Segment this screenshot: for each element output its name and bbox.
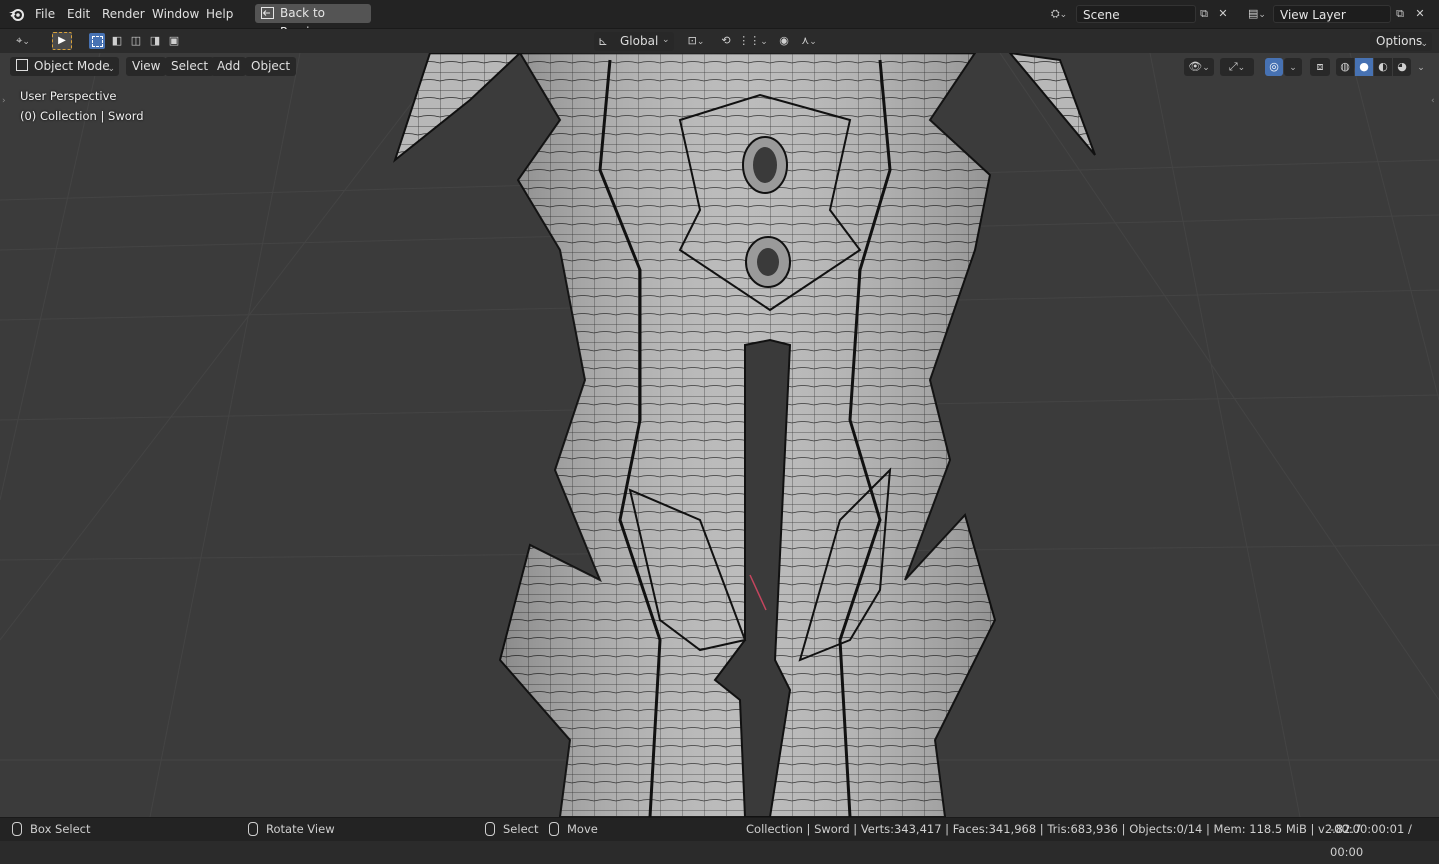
solid-shading-icon[interactable]: ● [1355,58,1373,76]
status-bar: Box Select Rotate View Select Move Colle… [0,817,1439,859]
transform-orientation-dropdown[interactable]: ⊾ Global ⌄ [594,32,674,51]
back-to-previous-button[interactable]: Back to Previous [255,4,371,39]
view-layer-selector-icon[interactable]: ▤⌄ [1242,5,1272,23]
status-rotate-view: Rotate View [248,818,335,841]
delete-view-layer-icon[interactable]: ✕ [1410,5,1430,23]
overlays-dropdown-icon[interactable]: ⌄ [1284,58,1302,76]
menu-window[interactable]: Window [146,5,205,23]
new-scene-icon[interactable]: ⧉ [1194,5,1214,23]
rotate-view-label: Rotate View [266,822,335,836]
chevron-down-icon: ⌄ [1420,39,1428,49]
object-mode-label: Object Mode [34,59,110,73]
mouse-middle-icon [248,821,258,836]
orientation-label: Global [620,34,659,48]
mouse-left-icon [12,821,22,836]
scene-name-field[interactable]: Scene [1076,5,1196,23]
menu-help[interactable]: Help [200,5,239,23]
3d-viewport[interactable]: Object Mode ⌄ View Select Add Object 👁⌄ … [0,53,1439,817]
object-mode-icon [16,59,28,71]
add-menu[interactable]: Add [211,57,247,76]
object-mode-dropdown[interactable]: Object Mode ⌄ [10,57,119,76]
select-mode-subtract-icon[interactable]: ◫ [127,32,145,50]
view-menu[interactable]: View [126,57,167,76]
select-mode-intersect-icon[interactable]: ▣ [165,32,183,50]
snap-target-icon[interactable]: ⋮⋮⌄ [738,32,768,50]
proportional-edit-icon[interactable]: ◉ [774,32,794,50]
viewport-canvas[interactable] [0,53,1439,817]
mouse-drag-icon [549,821,559,836]
select-mode-new-icon[interactable] [89,33,105,49]
pivot-point-icon[interactable]: ⊡⌄ [682,32,710,50]
menu-render[interactable]: Render [96,5,151,23]
select-mode-extend-icon[interactable]: ◧ [108,32,126,50]
chevron-down-icon: ⌄ [107,64,115,74]
rendered-shading-icon[interactable]: ◕ [1393,58,1411,76]
options-label: Options [1376,34,1423,48]
wireframe-shading-icon[interactable]: ◍ [1336,58,1354,76]
gizmo-icon[interactable]: ⤢⌄ [1220,58,1254,76]
viewport-perspective-label: User Perspective [20,89,117,103]
shading-options-icon[interactable]: ⌄ [1412,58,1430,76]
toolbar-expand-icon[interactable]: › [2,96,6,106]
viewport-collection-label: (0) Collection | Sword [20,109,144,123]
tool-settings-bar: ⌖⌄ ▶ ◧ ◫ ◨ ▣ ⊾ Global ⌄ ⊡⌄ ⟲ ⋮⋮⌄ ◉ ⋏⌄ Op… [0,29,1439,53]
material-shading-icon[interactable]: ◐ [1374,58,1392,76]
object-menu[interactable]: Object [245,57,297,76]
delete-scene-icon[interactable]: ✕ [1213,5,1233,23]
status-box-select: Box Select [12,818,91,841]
view-layer-field[interactable]: View Layer [1273,5,1391,23]
scene-stats: Collection | Sword | Verts:343,417 | Fac… [746,822,1362,836]
menu-file[interactable]: File [29,5,61,23]
overlays-icon[interactable]: ◎ [1265,58,1283,76]
new-view-layer-icon[interactable]: ⧉ [1390,5,1410,23]
move-label: Move [567,822,598,836]
select-label: Select [503,822,539,836]
select-mode-invert-icon[interactable]: ◨ [146,32,164,50]
status-move: Move [549,818,598,841]
chevron-down-icon: ⌄ [662,35,670,45]
mouse-right-icon [485,821,495,836]
visibility-icon[interactable]: 👁⌄ [1184,58,1214,76]
back-icon [261,7,274,19]
select-menu[interactable]: Select [165,57,215,76]
box-select-label: Box Select [30,822,91,836]
options-dropdown[interactable]: Options ⌄ [1370,32,1432,51]
status-select: Select [485,818,538,841]
orientation-icon: ⊾ [598,34,609,48]
blender-logo-icon[interactable] [8,6,26,22]
falloff-icon[interactable]: ⋏⌄ [794,32,824,50]
editor-type-icon[interactable]: ⌖⌄ [8,32,38,50]
snap-toggle-icon[interactable]: ⟲ [716,32,736,50]
sidebar-expand-icon[interactable]: ‹ [1431,96,1435,106]
scene-selector-icon[interactable]: ⛭⌄ [1044,5,1074,23]
top-bar: File Edit Render Window Help Back to Pre… [0,0,1439,39]
xray-icon[interactable]: ⧈ [1310,58,1330,76]
select-tool-icon[interactable]: ▶ [52,32,72,50]
menu-edit[interactable]: Edit [61,5,96,23]
timecode: -00:00:00:01 / 00:00 [1330,822,1412,859]
